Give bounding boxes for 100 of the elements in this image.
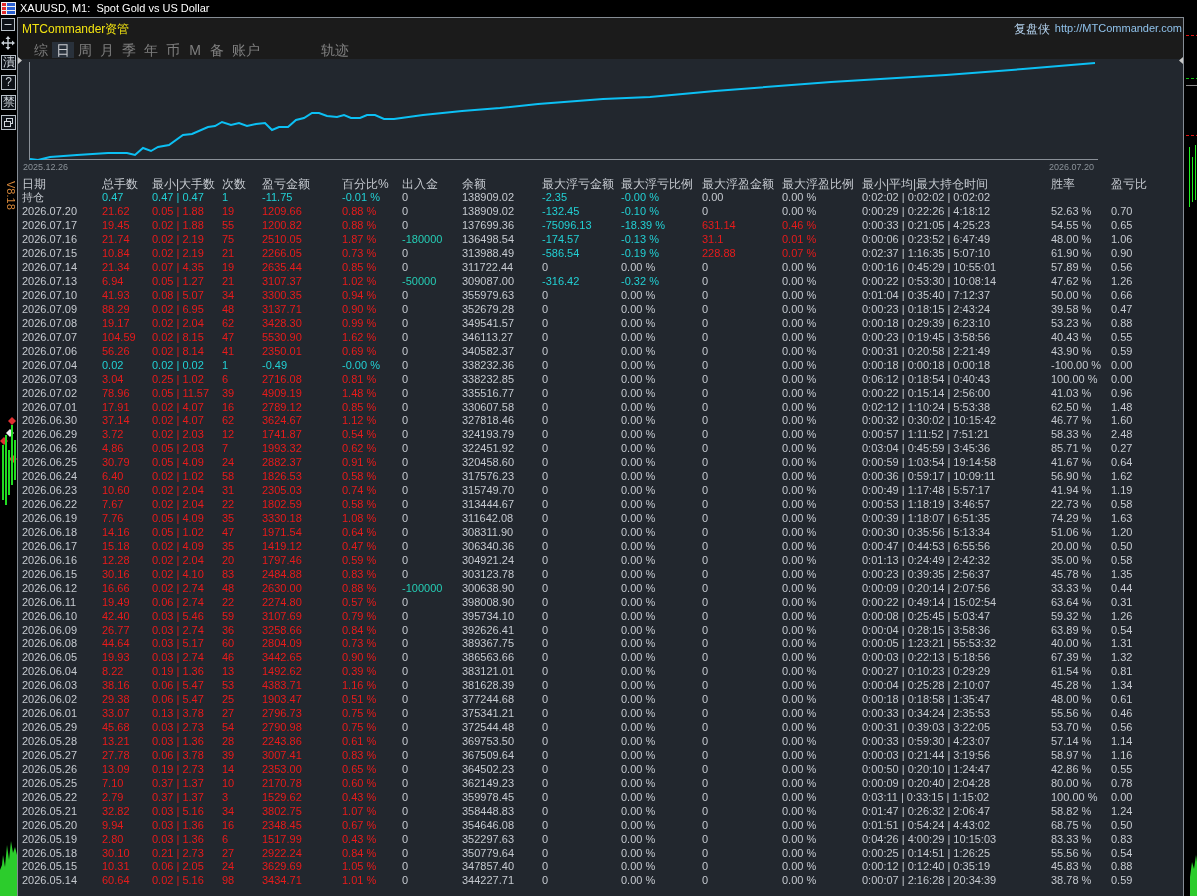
table-cell: 1.07 % — [342, 804, 377, 818]
table-cell: 0 — [402, 386, 409, 400]
table-cell: 83 — [222, 567, 235, 581]
table-cell: 24 — [222, 456, 235, 470]
table-cell: 0:00:36 | 0:59:17 | 10:09:11 — [862, 470, 996, 484]
table-cell: 0 — [702, 456, 709, 470]
table-cell: 2484.88 — [262, 567, 302, 581]
table-cell: 22.73 % — [1051, 498, 1092, 512]
tab[interactable]: 备 — [206, 42, 228, 58]
table-cell: 0 — [402, 846, 409, 860]
table-cell: 0.00 % — [782, 428, 817, 442]
table-cell: 0 — [402, 651, 409, 665]
table-cell: 1517.99 — [262, 832, 302, 846]
table-cell: 0.00 % — [782, 302, 817, 316]
table-cell: 0:00:03 | 0:22:13 | 5:18:56 — [862, 651, 991, 665]
table-cell: 21 — [222, 247, 235, 261]
table-cell: 45.78 % — [1051, 567, 1092, 581]
table-cell: 0 — [402, 595, 409, 609]
table-cell: 0.00 % — [782, 581, 817, 595]
table-cell: 2026.06.04 — [22, 665, 78, 679]
table-cell: 0.05 | 1.02 — [152, 525, 204, 539]
table-cell: 0.00 % — [621, 623, 656, 637]
toolbar-button[interactable]: 禁 — [1, 95, 16, 110]
restore-icon[interactable] — [1, 115, 16, 130]
move-icon[interactable] — [1, 36, 15, 50]
table-cell: 0.03 | 5.46 — [152, 609, 204, 623]
table-cell: -100000 — [402, 581, 443, 595]
tab[interactable]: 季 — [118, 42, 140, 58]
table-cell: 0.00 % — [782, 651, 817, 665]
table-cell: 2026.06.10 — [22, 609, 78, 623]
brand-tagline: 复盘侠 — [1013, 21, 1050, 36]
table-cell: 0.47 — [1111, 302, 1133, 316]
table-cell: 3 — [222, 790, 229, 804]
tab[interactable]: 月 — [96, 42, 118, 58]
table-cell: 0 — [702, 748, 709, 762]
table-cell: 0.00 % — [621, 372, 656, 386]
tab[interactable]: 年 — [140, 42, 162, 58]
table-cell: 0.00 % — [782, 832, 817, 846]
table-cell: 0.83 % — [342, 567, 377, 581]
table-cell: 0.00 % — [621, 539, 656, 553]
tab[interactable]: 账户 — [228, 42, 264, 58]
table-cell: 45.68 — [102, 721, 130, 735]
table-cell: 2026.07.08 — [22, 316, 78, 330]
table-cell: 0.02 | 5.16 — [152, 874, 204, 888]
table-cell: 0.44 — [1111, 581, 1133, 595]
table-cell: 2026.06.16 — [22, 553, 78, 567]
table-cell: 1.60 — [1111, 414, 1133, 428]
table-cell: 0 — [702, 595, 709, 609]
table-cell: 3442.65 — [262, 651, 302, 665]
table-cell: 0.07 | 4.35 — [152, 261, 204, 275]
table-cell: 0 — [402, 330, 409, 344]
table-cell: 88.29 — [102, 302, 130, 316]
table-cell: 31 — [222, 484, 235, 498]
table-cell: 1.62 % — [342, 330, 377, 344]
table-cell: 0.00 % — [782, 609, 817, 623]
table-cell: 2635.44 — [262, 261, 302, 275]
table-cell: 0.00 % — [782, 344, 817, 358]
toolbar-button[interactable]: ? — [1, 75, 16, 90]
table-cell: 0.19 | 1.36 — [152, 665, 204, 679]
table-cell: 0.64 % — [342, 525, 377, 539]
toolbar-button[interactable]: 漬 — [1, 55, 16, 70]
tab[interactable]: 周 — [74, 42, 96, 58]
table-cell: 98 — [222, 874, 235, 888]
website-link[interactable]: http://MTCommander.com — [1054, 22, 1182, 35]
table-cell: 0.00 % — [621, 525, 656, 539]
table-cell: 46 — [222, 651, 235, 665]
trail-button[interactable]: 轨迹 — [317, 42, 353, 58]
table-cell: 2026.07.03 — [22, 372, 78, 386]
table-cell: 2026.06.22 — [22, 498, 78, 512]
table-cell: 0.00 % — [782, 665, 817, 679]
minimize-icon[interactable] — [1, 18, 15, 31]
table-cell: 1.08 % — [342, 512, 377, 526]
tab[interactable]: 综 — [30, 42, 52, 58]
table-cell: 1.31 — [1111, 637, 1133, 651]
table-cell: 0 — [542, 386, 549, 400]
table-cell: 0.00 % — [621, 470, 656, 484]
tab[interactable]: 日 — [52, 42, 74, 58]
table-cell: 306340.36 — [462, 539, 514, 553]
table-cell: 2510.05 — [262, 233, 302, 247]
table-cell: 359978.45 — [462, 790, 514, 804]
table-cell: 2.79 — [102, 790, 124, 804]
table-cell: 30.16 — [102, 567, 130, 581]
table-cell: 137699.36 — [462, 219, 514, 233]
table-cell: -174.57 — [542, 233, 580, 247]
table-cell: 0.00 % — [782, 358, 817, 372]
table-cell: -0.32 % — [621, 275, 659, 289]
table-cell: 0 — [402, 525, 409, 539]
tab[interactable]: M — [184, 42, 206, 58]
table-cell: 0 — [542, 289, 549, 303]
table-cell: 0.00 % — [782, 316, 817, 330]
table-cell: 0.84 % — [342, 623, 377, 637]
table-cell: 1492.62 — [262, 665, 302, 679]
table-cell: 0.64 — [1111, 456, 1133, 470]
table-cell: 1529.62 — [262, 790, 302, 804]
table-cell: 0.00 % — [782, 553, 817, 567]
table-cell: 367509.64 — [462, 748, 514, 762]
table-cell: 0:00:57 | 1:11:52 | 7:51:21 — [862, 428, 990, 442]
tab[interactable]: 币 — [162, 42, 184, 58]
table-cell: 2026.07.09 — [22, 302, 78, 316]
table-cell: 0.00 % — [621, 860, 656, 874]
